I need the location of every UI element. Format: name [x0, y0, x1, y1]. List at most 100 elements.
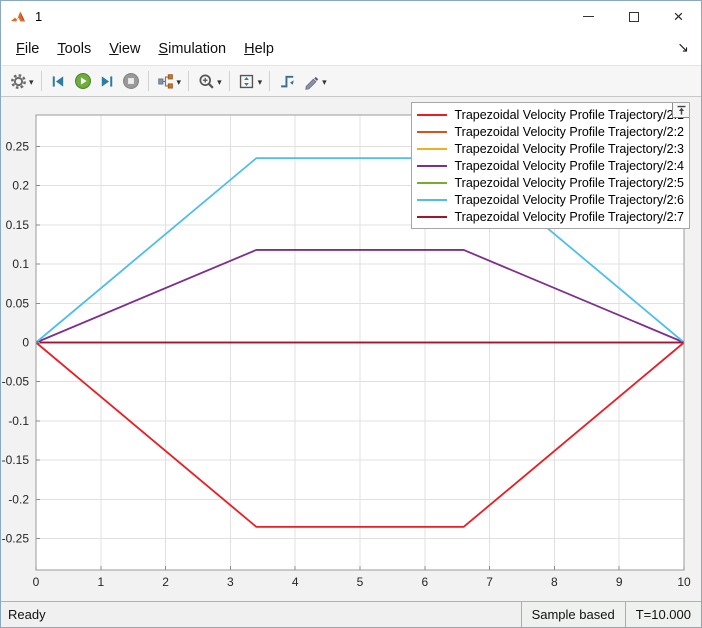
- x-tick-label: 3: [227, 575, 234, 589]
- legend-line-sample: [417, 215, 448, 218]
- dock-up-icon: [677, 105, 685, 115]
- legend-line-sample: [417, 113, 448, 116]
- x-tick-label: 10: [677, 575, 691, 589]
- measurements-dropdown[interactable]: ▾: [322, 75, 329, 88]
- toolbar-separator: [228, 71, 230, 91]
- legend-entry[interactable]: Trapezoidal Velocity Profile Trajectory/…: [417, 140, 684, 157]
- legend-line-sample: [417, 181, 448, 184]
- x-tick-label: 6: [421, 575, 428, 589]
- legend-entry[interactable]: Trapezoidal Velocity Profile Trajectory/…: [417, 208, 684, 225]
- minimize-icon: [583, 16, 594, 17]
- run-button[interactable]: [71, 69, 95, 93]
- gear-icon: [10, 73, 26, 89]
- toolbar-separator: [188, 71, 190, 91]
- legend-label: Trapezoidal Velocity Profile Trajectory/…: [454, 107, 684, 122]
- window-title: 1: [35, 9, 43, 24]
- close-button[interactable]: ×: [656, 1, 701, 32]
- legend-entry[interactable]: Trapezoidal Velocity Profile Trajectory/…: [417, 174, 684, 191]
- legend-label: Trapezoidal Velocity Profile Trajectory/…: [454, 209, 684, 224]
- legend-entry[interactable]: Trapezoidal Velocity Profile Trajectory/…: [417, 191, 684, 208]
- legend-rows: Trapezoidal Velocity Profile Trajectory/…: [417, 106, 684, 225]
- close-icon: ×: [673, 7, 684, 26]
- x-tick-label: 8: [551, 575, 558, 589]
- menubar: File Tools View Simulation Help ↘: [1, 32, 701, 65]
- legend-line-sample: [417, 130, 448, 133]
- minimize-button[interactable]: [566, 1, 611, 32]
- x-tick-label: 5: [357, 575, 364, 589]
- legend-line-sample: [417, 198, 448, 201]
- x-tick-label: 4: [292, 575, 299, 589]
- step-forward-icon: [101, 75, 113, 87]
- legend-line-sample: [417, 164, 448, 167]
- legend[interactable]: Trapezoidal Velocity Profile Trajectory/…: [411, 102, 690, 229]
- x-tick-label: 9: [616, 575, 623, 589]
- toolbar-separator: [40, 71, 42, 91]
- zoom-button[interactable]: [194, 69, 218, 93]
- zoom-dropdown[interactable]: ▾: [217, 75, 224, 88]
- legend-entry[interactable]: Trapezoidal Velocity Profile Trajectory/…: [417, 106, 684, 123]
- settings-dropdown[interactable]: ▾: [29, 75, 36, 88]
- y-tick-label: 0: [22, 336, 29, 350]
- step-back-button[interactable]: [47, 69, 71, 93]
- app-icon: [11, 11, 25, 21]
- y-tick-label: 0.05: [6, 296, 30, 310]
- y-tick-label: 0.25: [6, 139, 30, 153]
- toolbar-separator: [269, 71, 271, 91]
- menubar-items: File Tools View Simulation Help: [7, 36, 283, 62]
- signal-selector-dropdown[interactable]: ▾: [177, 75, 184, 88]
- scope-window: 1 × FileToolsViewSimulationHelp ↘ ▾: [0, 0, 702, 628]
- zoom-icon: [199, 73, 214, 89]
- stop-button[interactable]: [119, 69, 143, 93]
- legend-label: Trapezoidal Velocity Profile Trajectory/…: [454, 192, 684, 207]
- x-tick-label: 7: [486, 575, 493, 589]
- legend-line-sample: [417, 147, 448, 150]
- menu-item-view[interactable]: View: [100, 36, 149, 62]
- statusbar: Ready Sample based T=10.000: [1, 601, 701, 627]
- menu-item-simulation[interactable]: Simulation: [149, 36, 235, 62]
- plot-region: 0 1 2 3 4 5 6 7 8 9 10 -0.25 -0.2 -0.15 -0.1 -0.05 0 0.05…: [1, 97, 701, 601]
- y-tick-label: -0.2: [8, 492, 29, 506]
- y-tick-label: 0.15: [6, 218, 30, 232]
- measurements-button[interactable]: [299, 69, 323, 93]
- x-tick-label: 2: [162, 575, 169, 589]
- status-sample-mode: Sample based: [520, 602, 625, 627]
- maximize-icon: [628, 11, 639, 22]
- signal-selector-icon: [158, 73, 173, 89]
- step-forward-button[interactable]: [95, 69, 119, 93]
- x-tick-label: 1: [97, 575, 104, 589]
- menu-item-tools[interactable]: Tools: [48, 36, 100, 62]
- measurements-icon: [304, 76, 318, 90]
- legend-dock-button[interactable]: [672, 103, 689, 118]
- y-tick-label: -0.05: [2, 375, 30, 389]
- run-icon: [74, 73, 91, 89]
- y-tick-label: 0.1: [12, 257, 29, 271]
- legend-label: Trapezoidal Velocity Profile Trajectory/…: [454, 124, 684, 139]
- status-time: T=10.000: [624, 602, 701, 627]
- legend-entry[interactable]: Trapezoidal Velocity Profile Trajectory/…: [417, 123, 684, 140]
- y-tick-label: 0.2: [12, 179, 29, 193]
- trigger-button[interactable]: [275, 69, 299, 93]
- legend-label: Trapezoidal Velocity Profile Trajectory/…: [454, 175, 684, 190]
- fit-to-view-button[interactable]: [235, 69, 259, 93]
- stop-icon: [122, 73, 139, 89]
- dock-arrow-icon[interactable]: ↘: [677, 39, 689, 56]
- toolbar: ▾ ▾ ▾ ▾ ▾: [1, 65, 701, 97]
- y-tick-label: -0.25: [2, 532, 30, 546]
- legend-entry[interactable]: Trapezoidal Velocity Profile Trajectory/…: [417, 157, 684, 174]
- y-tick-label: -0.15: [2, 453, 30, 467]
- x-tick-label: 0: [33, 575, 40, 589]
- maximize-button[interactable]: [611, 1, 656, 32]
- fit-dropdown[interactable]: ▾: [258, 75, 265, 88]
- toolbar-separator: [147, 71, 149, 91]
- signal-selector-button[interactable]: [154, 69, 178, 93]
- legend-label: Trapezoidal Velocity Profile Trajectory/…: [454, 158, 684, 173]
- settings-button[interactable]: [6, 69, 30, 93]
- fit-to-view-icon: [239, 74, 254, 88]
- step-back-icon: [52, 75, 64, 87]
- legend-label: Trapezoidal Velocity Profile Trajectory/…: [454, 141, 684, 156]
- menu-item-file[interactable]: File: [7, 36, 48, 62]
- menu-item-help[interactable]: Help: [235, 36, 283, 62]
- titlebar: 1 ×: [1, 1, 701, 32]
- trigger-icon: [280, 75, 294, 87]
- y-tick-label: -0.1: [8, 414, 29, 428]
